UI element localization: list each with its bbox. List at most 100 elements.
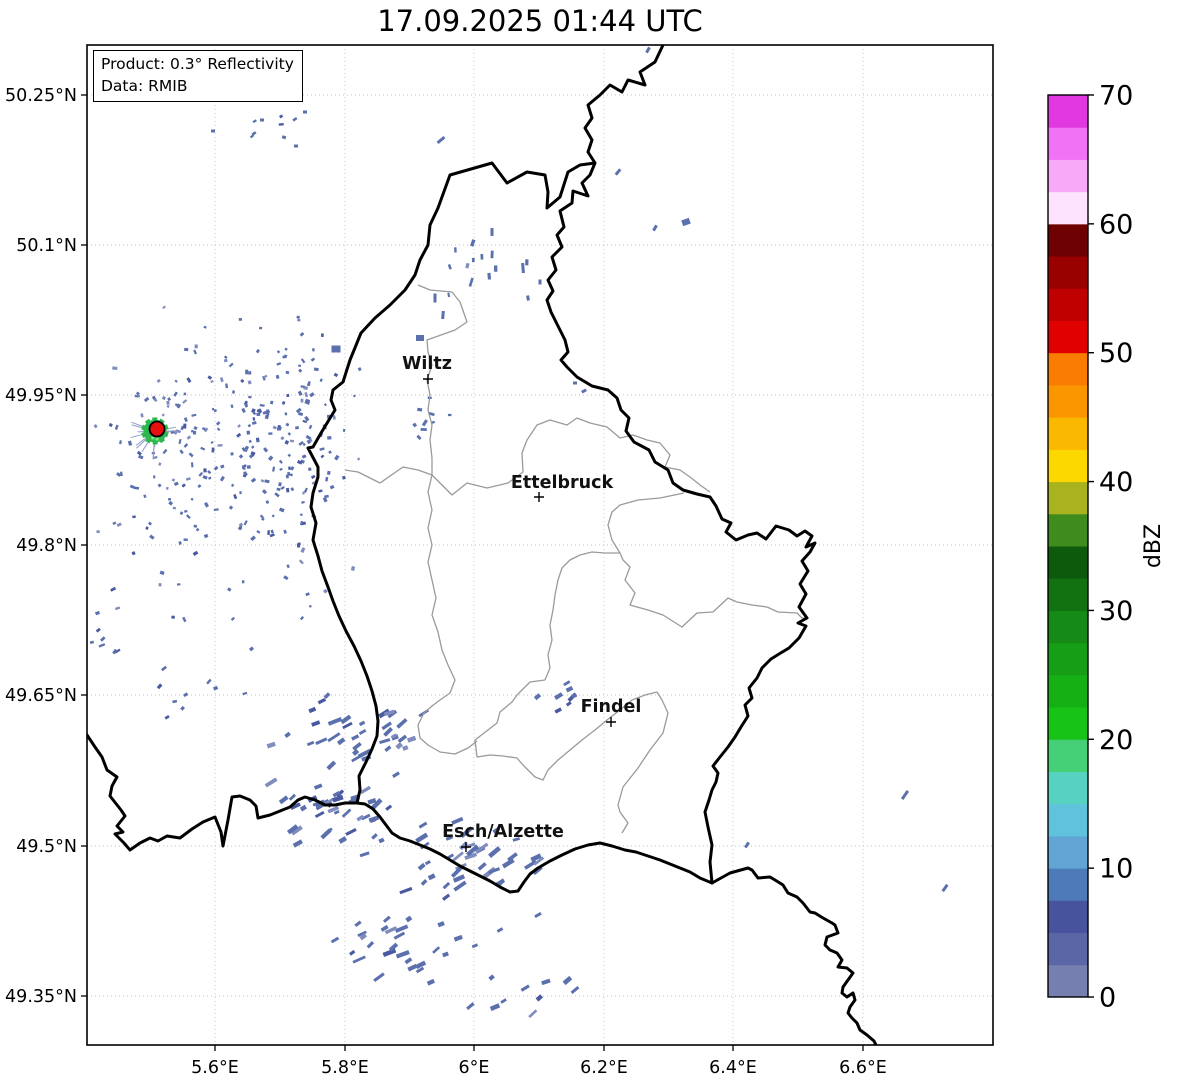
echo-mark	[496, 927, 504, 933]
echo-mark	[211, 129, 215, 133]
echo-mark	[480, 253, 484, 260]
colorbar-cell	[1048, 449, 1088, 483]
echo-mark	[217, 444, 223, 447]
echo-mark	[570, 985, 580, 995]
echo-mark	[301, 454, 307, 459]
echo-mark	[285, 487, 290, 493]
echo-mark	[261, 489, 268, 495]
echo-mark	[172, 506, 177, 510]
echo-mark	[280, 436, 285, 441]
echo-mark	[185, 477, 191, 481]
echo-mark	[259, 403, 265, 407]
echo-mark	[405, 915, 413, 923]
echo-mark	[213, 465, 219, 471]
country-border	[87, 733, 359, 852]
echo-mark	[96, 530, 100, 534]
echo-mark	[292, 116, 298, 122]
echo-mark	[303, 487, 308, 493]
echo-mark	[320, 333, 324, 338]
echo-mark	[315, 737, 328, 745]
echo-mark	[241, 407, 246, 413]
echo-mark	[183, 392, 187, 396]
echo-mark	[283, 529, 287, 534]
echo-mark	[228, 362, 234, 368]
colorbar-tick-label: 30	[1099, 596, 1133, 627]
gridlines	[87, 45, 993, 1045]
colorbar-tick-label: 40	[1099, 467, 1133, 498]
echo-mark	[208, 476, 212, 480]
district-border	[474, 679, 658, 781]
echo-mark	[313, 367, 319, 372]
echo-mark	[329, 484, 335, 490]
echo-mark	[98, 643, 106, 648]
echo-mark	[108, 422, 113, 428]
echo-mark	[256, 412, 261, 417]
echo-mark	[652, 224, 658, 232]
echo-mark	[138, 454, 144, 460]
country-borders	[87, 45, 878, 1045]
echo-mark	[230, 452, 234, 456]
echo-mark	[287, 453, 292, 458]
colorbar-cell	[1048, 868, 1088, 901]
echo-mark	[246, 465, 251, 469]
echo-mark	[319, 378, 323, 383]
echo-mark	[427, 873, 436, 881]
colorbar-tick-label: 50	[1099, 338, 1133, 369]
echo-mark	[215, 421, 221, 426]
echo-mark	[442, 893, 451, 901]
echo-mark	[238, 454, 244, 459]
echo-mark	[197, 484, 202, 489]
echo-mark	[323, 588, 328, 594]
echo-mark	[453, 934, 463, 942]
echo-mark	[300, 385, 305, 388]
echo-mark	[323, 403, 327, 407]
echo-mark	[299, 331, 305, 337]
echo-mark	[311, 720, 321, 727]
echo-mark	[614, 168, 622, 176]
echo-mark	[437, 921, 445, 928]
echo-mark	[173, 481, 179, 487]
echo-mark	[119, 440, 122, 445]
echo-mark	[415, 832, 429, 844]
echo-mark	[278, 459, 283, 464]
echo-mark	[243, 520, 248, 526]
echo-mark	[468, 277, 474, 287]
echo-mark	[520, 984, 530, 992]
echo-mark	[212, 685, 219, 691]
echo-mark	[161, 665, 167, 672]
echo-mark	[190, 497, 194, 501]
district-border	[607, 492, 807, 628]
echo-mark	[466, 1002, 475, 1011]
echo-mark	[356, 814, 365, 822]
echo-mark	[373, 972, 385, 983]
echo-mark	[471, 257, 475, 263]
echo-mark	[350, 566, 356, 571]
echo-mark	[396, 718, 408, 729]
echo-mark	[424, 860, 431, 866]
echo-mark	[247, 380, 252, 385]
echo-mark	[247, 371, 252, 375]
colorbar: 0 10 20 30 40 50 60 70	[1047, 81, 1133, 1014]
echo-mark	[156, 378, 161, 383]
colorbar-tick-label: 20	[1099, 725, 1133, 756]
echo-mark	[300, 547, 306, 553]
echo-mark	[285, 422, 290, 427]
city-marker	[423, 374, 433, 384]
echo-mark	[112, 366, 118, 371]
city-label: Wiltz	[402, 354, 452, 374]
y-tick-label: 49.95°N	[5, 386, 77, 406]
echo-mark	[290, 487, 295, 492]
echo-mark	[301, 500, 305, 504]
echo-mark	[407, 963, 418, 972]
echo-mark	[95, 610, 100, 616]
echo-mark	[442, 951, 449, 958]
y-tick-label: 50.25°N	[5, 86, 77, 106]
echo-mark	[240, 378, 245, 383]
echo-mark	[490, 250, 494, 259]
echo-mark	[287, 432, 292, 436]
echo-mark	[290, 466, 295, 471]
echo-mark	[192, 430, 197, 435]
colorbar-cell	[1048, 739, 1088, 772]
echo-mark	[112, 521, 117, 525]
echo-mark	[192, 550, 199, 557]
